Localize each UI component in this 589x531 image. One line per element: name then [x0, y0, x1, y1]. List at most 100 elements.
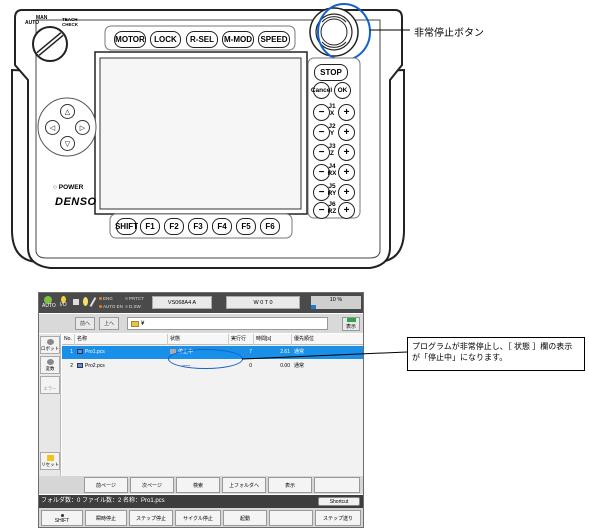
dpad-right-button[interactable]: ▷	[75, 120, 90, 135]
j5-plus-key[interactable]: +	[338, 184, 355, 201]
parent-folder-button[interactable]: 上フォルダへ	[222, 477, 266, 493]
robot-select-key[interactable]: R-SEL	[186, 31, 218, 48]
start-button[interactable]: 起動	[223, 510, 267, 526]
reset-icon	[46, 455, 54, 461]
col-priority: 優先順位	[294, 336, 315, 342]
status-top-bar: AUTO I/O ENG AUTO EN PRTCT D.SW VS068A4 …	[39, 293, 363, 313]
table-header: No. 名称 状態 実行行 時間[s] 優先順位	[62, 334, 363, 345]
f2-key[interactable]: F2	[164, 218, 184, 235]
dsw-status: D.SW	[125, 304, 141, 309]
row-no: 2	[70, 363, 73, 369]
row-time: 0.00	[280, 363, 290, 369]
row-name: Pro1.pcs	[75, 346, 168, 359]
display-button[interactable]: 表示	[342, 317, 360, 331]
auto-en-status: AUTO EN	[99, 304, 123, 309]
motion-mode-key[interactable]: M-MOD	[222, 31, 254, 48]
step-stop-button[interactable]: ステップ停止	[129, 510, 173, 526]
pendant-outline	[11, 3, 410, 269]
up-button[interactable]: 上へ	[99, 317, 119, 330]
tool-work-display[interactable]: W 0 T 0	[226, 296, 300, 309]
instant-stop-button[interactable]: 瞬時停止	[85, 510, 127, 526]
auto-label: AUTO	[42, 303, 56, 309]
empty-bottom-button[interactable]	[269, 510, 313, 526]
power-label: POWER	[58, 184, 84, 191]
mode-auto-label: AUTO	[25, 20, 40, 26]
f5-key[interactable]: F5	[236, 218, 256, 235]
back-button[interactable]: 前へ	[75, 317, 95, 330]
folder-icon	[131, 320, 139, 327]
j3-plus-key[interactable]: +	[338, 144, 355, 161]
search-button[interactable]: 検索	[176, 477, 220, 493]
robot-model-display[interactable]: VS068A4 A	[152, 296, 212, 309]
status-text: フォルダ数：0 ファイル数：2 名称：Pro1.pcs	[41, 498, 165, 504]
eng-status: ENG	[99, 296, 113, 301]
status-bar: フォルダ数：0 ファイル数：2 名称：Pro1.pcs Shortcut	[39, 495, 363, 508]
triangle-up-icon: △	[64, 107, 71, 116]
stop-square-icon	[73, 299, 79, 305]
io-label: I/O	[60, 302, 67, 308]
f4-key[interactable]: F4	[212, 218, 232, 235]
auto-indicator: AUTO	[42, 296, 56, 309]
next-page-button[interactable]: 次ページ	[130, 477, 174, 493]
display-func-button[interactable]: 表示	[268, 477, 312, 493]
lock-key[interactable]: LOCK	[150, 31, 181, 48]
robot-icon	[46, 339, 54, 345]
state-highlight-ellipse	[168, 349, 243, 369]
shortcut-button[interactable]: Shortcut	[318, 497, 360, 506]
j4-plus-key[interactable]: +	[338, 164, 355, 181]
navigation-row: 前へ 上へ ¥ 表示	[39, 314, 363, 333]
j2-plus-key[interactable]: +	[338, 124, 355, 141]
row-name: Pro2.pcs	[75, 360, 168, 373]
pendant-screen: AUTO I/O ENG AUTO EN PRTCT D.SW VS068A4 …	[38, 292, 364, 528]
bottom-button-row: SHIFT 瞬時停止 ステップ停止 サイクル停止 起動 ステップ送り	[39, 508, 363, 527]
prev-page-button[interactable]: 前ページ	[84, 477, 128, 493]
triangle-left-icon: ◁	[49, 123, 56, 132]
dpad-down-button[interactable]: ▽	[60, 136, 75, 151]
reset-button[interactable]: リセット	[40, 452, 60, 470]
f1-key[interactable]: F1	[140, 218, 160, 235]
col-name: 名称	[75, 334, 168, 345]
triangle-right-icon: ▷	[79, 123, 86, 132]
path-text: ¥	[141, 320, 145, 327]
speed-key[interactable]: SPEED	[258, 31, 290, 48]
lamp-icon	[83, 297, 88, 306]
empty-func-button[interactable]	[314, 477, 360, 493]
row-priority: 通常	[294, 363, 305, 369]
sidebar: ロボット 変数 エラー リセット	[39, 334, 61, 476]
j6-plus-key[interactable]: +	[338, 202, 355, 219]
pen-icon	[89, 297, 97, 307]
annotation-box: プログラムが非常停止し、［ 状態 ］欄の表示が「停止中」になります。	[407, 337, 585, 371]
col-time: 時間[s]	[254, 334, 292, 345]
power-indicator: ○ POWER	[53, 184, 84, 191]
f6-key[interactable]: F6	[260, 218, 280, 235]
step-forward-button[interactable]: ステップ送り	[315, 510, 361, 526]
cancel-key[interactable]: Cancel	[311, 82, 332, 99]
dpad-up-button[interactable]: △	[60, 104, 75, 119]
robot-button[interactable]: ロボット	[40, 336, 60, 354]
cycle-stop-button[interactable]: サイクル停止	[175, 510, 221, 526]
triangle-down-icon: ▽	[64, 139, 71, 148]
shift-key[interactable]: SHIFT	[115, 218, 138, 235]
shift-indicator-icon	[60, 514, 64, 517]
annotation-text: プログラムが非常停止し、［ 状態 ］欄の表示が「停止中」になります。	[412, 342, 573, 362]
variable-button[interactable]: 変数	[40, 356, 60, 374]
row-time: 2.61	[280, 349, 290, 355]
row-no: 1	[70, 349, 73, 355]
ok-key[interactable]: OK	[334, 82, 351, 99]
col-state: 状態	[168, 334, 229, 345]
mode-teach-label: TEACH CHECK	[62, 17, 79, 27]
dpad-left-button[interactable]: ◁	[45, 120, 60, 135]
col-line: 実行行	[229, 334, 254, 345]
speed-bar	[311, 305, 316, 309]
j1-plus-key[interactable]: +	[338, 104, 355, 121]
stop-key[interactable]: STOP	[314, 64, 348, 81]
teach-pendant-illustration: MAN AUTO TEACH CHECK MOTOR LOCK R-SEL M-…	[0, 0, 589, 275]
error-button[interactable]: エラー	[40, 376, 60, 394]
f3-key[interactable]: F3	[188, 218, 208, 235]
denso-logo: DENSO	[55, 196, 97, 208]
protect-status: PRTCT	[125, 296, 144, 301]
shift-soft-button[interactable]: SHIFT	[41, 510, 83, 526]
motor-key[interactable]: MOTOR	[114, 31, 146, 48]
speed-display[interactable]: 10 %	[311, 296, 361, 309]
io-indicator: I/O	[60, 296, 67, 308]
